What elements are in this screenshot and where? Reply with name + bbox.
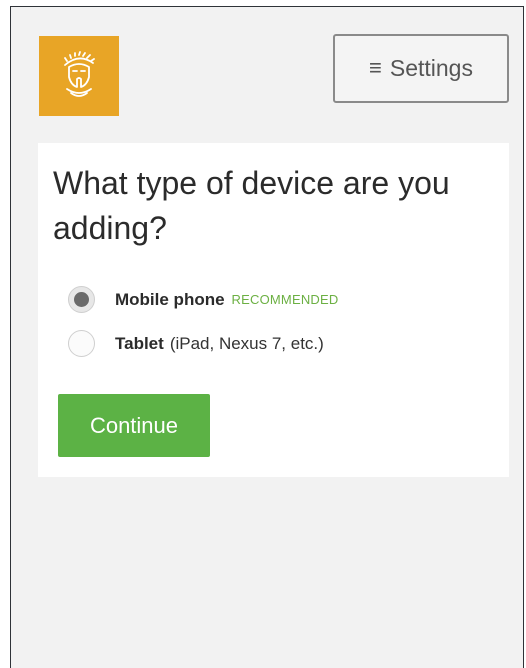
continue-button[interactable]: Continue [58, 394, 210, 457]
tablet-detail: (iPad, Nexus 7, etc.) [169, 333, 324, 353]
mobile-phone-label: Mobile phone [115, 289, 225, 309]
recommended-badge: RECOMMENDED [231, 292, 339, 307]
page-title: What type of device are you adding? [53, 165, 450, 246]
settings-button[interactable]: ≡ Settings [333, 34, 509, 103]
logo [39, 36, 119, 116]
spartan-helmet-icon [64, 51, 95, 97]
radio-selected-dot [74, 292, 89, 307]
settings-label: Settings [389, 55, 473, 81]
tablet-radio[interactable] [68, 330, 95, 357]
option-mobile-phone[interactable]: Mobile phone RECOMMENDED [68, 286, 338, 313]
device-type-card: What type of device are you adding? Mobi… [38, 143, 509, 477]
option-tablet[interactable]: Tablet (iPad, Nexus 7, etc.) [68, 330, 324, 357]
mobile-phone-radio[interactable] [68, 286, 95, 313]
tablet-label: Tablet [115, 333, 164, 353]
app-frame: ≡ Settings What type of device are you a… [10, 6, 524, 668]
hamburger-menu-icon: ≡ [369, 54, 382, 80]
